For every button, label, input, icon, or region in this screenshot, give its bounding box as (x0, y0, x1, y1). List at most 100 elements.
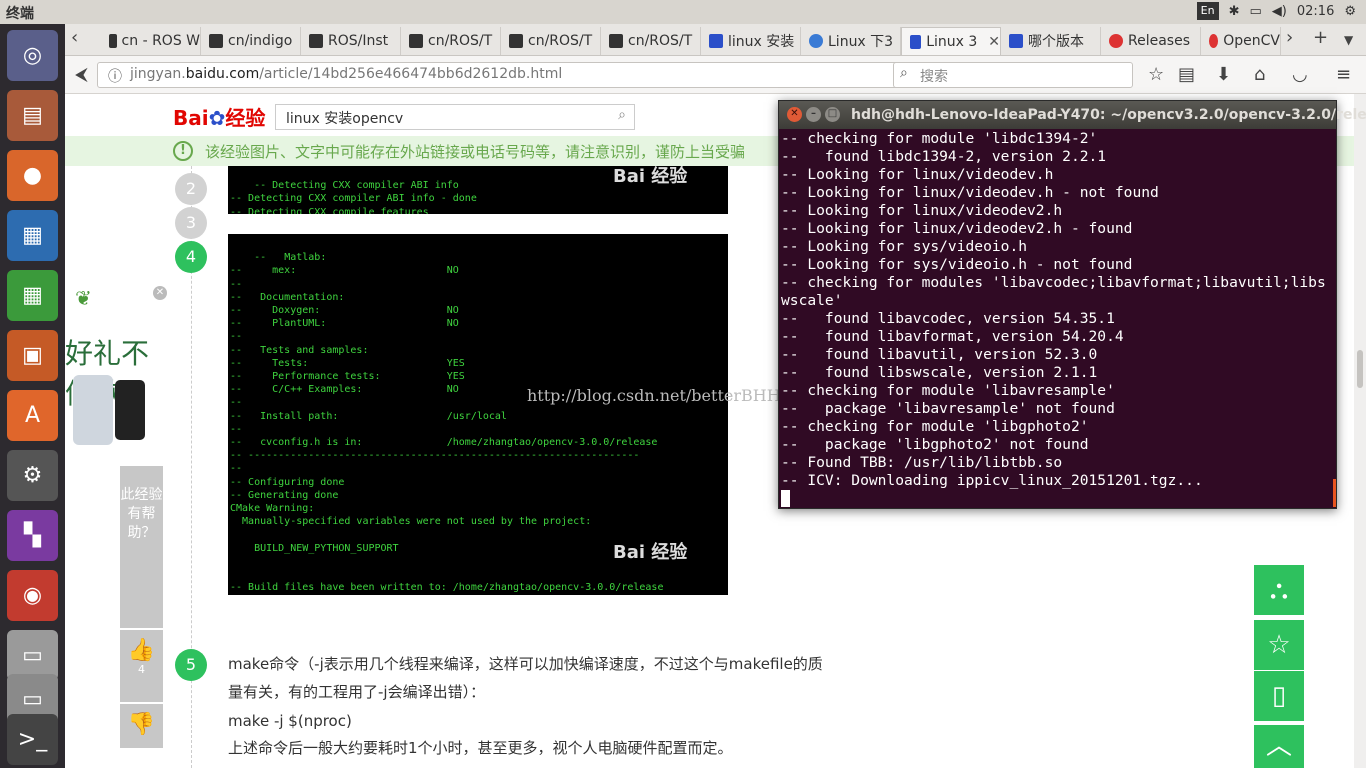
step5-text-line: 上述命令后一般大约要耗时1个小时，甚至更多，视个人电脑硬件配置而定。 (228, 739, 733, 757)
ros-grid-icon (209, 34, 223, 48)
volume-icon[interactable]: ◀) (1272, 4, 1287, 19)
tab-item[interactable]: cn/ROS/T (601, 27, 701, 55)
like-count: 4 (138, 663, 145, 676)
leaf-decoration-icon: ❦ (75, 286, 92, 310)
software-center-icon[interactable]: A (7, 390, 58, 441)
pocket-icon[interactable]: ◡ (1292, 64, 1308, 85)
close-ad-icon[interactable]: ✕ (153, 286, 167, 300)
terminal-window[interactable]: ✕ – □ hdh@hdh-Lenovo-IdeaPad-Y470: ~/ope… (778, 100, 1366, 509)
browser-search-input[interactable]: ⌕ 搜索 (893, 62, 1133, 88)
bluetooth-icon[interactable]: ✱ (1229, 4, 1240, 19)
info-icon[interactable]: ⓘ (108, 66, 122, 86)
ros-grid-icon (409, 34, 423, 48)
url-bar[interactable]: ⓘ jingyan.baidu.com/article/14bd256e4664… (97, 62, 950, 88)
clock[interactable]: 02:16 (1297, 4, 1334, 19)
step-number: 2 (175, 173, 207, 205)
tab-item[interactable]: 哪个版本 (1001, 27, 1101, 55)
step-screenshot-image[interactable]: -- Detecting CXX compiler ABI info -- De… (228, 166, 728, 214)
browser-tab-strip: ‹ cn - ROS W cn/indigo ROS/Inst cn/ROS/T… (65, 24, 1366, 56)
baidu-watermark: Bai 经验 (613, 542, 688, 563)
advertisement[interactable]: ❦ ✕ 好礼不停歇 (65, 280, 169, 465)
tab-item-active[interactable]: Linux 3 ✕ (901, 27, 1001, 55)
step5-text-line: make命令（-j表示用几个线程来编译，这样可以加快编译速度，不过这个与make… (228, 655, 823, 673)
blog-icon (809, 34, 823, 48)
ros-grid-icon (609, 34, 623, 48)
terminal-title-bar[interactable]: ✕ – □ hdh@hdh-Lenovo-IdeaPad-Y470: ~/ope… (779, 101, 1366, 129)
system-tray: En ✱ ▭ ◀) 02:16 ⚙ (1196, 2, 1356, 20)
search-icon[interactable]: ⌕ (618, 107, 626, 123)
reading-list-icon[interactable]: ▤ (1178, 64, 1195, 85)
bookmark-button[interactable]: ▯ (1254, 671, 1304, 721)
tab-scroll-left-icon[interactable]: ‹ (71, 27, 78, 48)
ros-grid-icon (309, 34, 323, 48)
navigation-toolbar: ⮜ ⓘ jingyan.baidu.com/article/14bd256e46… (65, 56, 1366, 94)
tab-list-chevron-down-icon[interactable]: ▼ (1344, 33, 1353, 47)
step-screenshot-image[interactable]: -- Matlab: -- mex: NO -- -- Documentatio… (228, 234, 728, 595)
terminal-scroll-indicator[interactable] (1333, 479, 1336, 507)
downloads-icon[interactable]: ⬇ (1216, 64, 1231, 85)
terminal-cursor (781, 490, 790, 507)
back-icon[interactable]: ⮜ (75, 64, 88, 85)
baidu-paw-icon: ✿ (208, 106, 226, 130)
baidu-paw-icon (1009, 34, 1023, 48)
minimize-window-icon[interactable]: – (806, 107, 821, 122)
tab-item[interactable]: Releases (1101, 27, 1201, 55)
tab-item[interactable]: cn/indigo (201, 27, 301, 55)
close-tab-icon[interactable]: ✕ (988, 34, 1000, 50)
pdf-viewer-icon[interactable]: ◉ (7, 570, 58, 621)
phone-image-icon (115, 380, 145, 440)
menu-hamburger-icon[interactable]: ≡ (1336, 64, 1351, 85)
tab-item[interactable]: Linux 下3 (801, 27, 901, 55)
workspaces-icon[interactable]: ▚ (7, 510, 58, 561)
firefox-icon[interactable]: ● (7, 150, 58, 201)
active-app-title: 终端 (6, 6, 34, 22)
bookmark-icon: ▯ (1271, 681, 1287, 711)
back-to-top-button[interactable]: ︿ (1254, 725, 1304, 768)
dislike-button[interactable]: 👎 (120, 704, 163, 748)
terminal-title: hdh@hdh-Lenovo-IdeaPad-Y470: ~/opencv3.2… (851, 107, 1366, 123)
input-method-indicator[interactable]: En (1196, 2, 1219, 20)
baidu-jingyan-logo[interactable]: Bai✿经验 (173, 102, 265, 131)
files-app-icon[interactable]: ▤ (7, 90, 58, 141)
search-icon: ⌕ (900, 65, 908, 81)
tab-scroll-right-icon[interactable]: › (1286, 27, 1293, 48)
share-button[interactable]: ⛬ (1254, 565, 1304, 615)
ros-grid-icon (109, 34, 117, 48)
tab-item[interactable]: cn/ROS/T (501, 27, 601, 55)
bookmark-star-icon[interactable]: ☆ (1148, 64, 1164, 85)
new-tab-icon[interactable]: + (1313, 27, 1328, 48)
impress-icon[interactable]: ▣ (7, 330, 58, 381)
writer-icon[interactable]: ▦ (7, 210, 58, 261)
baidu-watermark: Bai 经验 (613, 166, 688, 187)
step-number: 3 (175, 207, 207, 239)
exclamation-icon: ! (173, 141, 193, 161)
page-scrollbar[interactable] (1354, 94, 1366, 768)
tab-item[interactable]: cn/ROS/T (401, 27, 501, 55)
close-window-icon[interactable]: ✕ (787, 107, 802, 122)
terminal-output[interactable]: -- checking for module 'libdc1394-2' -- f… (779, 129, 1336, 508)
calc-icon[interactable]: ▦ (7, 270, 58, 321)
tab-item[interactable]: linux 安装 (701, 27, 801, 55)
maximize-window-icon[interactable]: □ (825, 107, 840, 122)
home-icon[interactable]: ⌂ (1254, 64, 1265, 85)
share-icon: ⛬ (1269, 575, 1289, 605)
step5-command: make -j $(nproc) (228, 712, 352, 730)
terminal-icon[interactable]: >_ (7, 714, 58, 765)
tab-item[interactable]: ROS/Inst (301, 27, 401, 55)
battery-icon[interactable]: ▭ (1250, 4, 1262, 19)
helpful-feedback-label: 此经验有帮助？ (120, 466, 163, 628)
favorite-button[interactable]: ☆ (1254, 620, 1304, 670)
baidu-paw-icon (709, 34, 723, 48)
like-button[interactable]: 👍 4 (120, 630, 163, 702)
site-search-input[interactable]: linux 安装opencv ⌕ (275, 104, 635, 130)
thumbs-up-icon: 👍 (127, 638, 156, 663)
tab-item[interactable]: cn - ROS W (101, 27, 201, 55)
baidu-paw-icon (910, 34, 922, 49)
settings-gear-icon[interactable]: ⚙ (1344, 4, 1356, 19)
csdn-watermark: http://blog.csdn.net/betterBHH_BH (527, 386, 815, 405)
tab-item[interactable]: OpenCV (1201, 27, 1281, 55)
ubuntu-dash-icon[interactable]: ◎ (7, 30, 58, 81)
system-top-bar: 终端 En ✱ ▭ ◀) 02:16 ⚙ (0, 0, 1366, 24)
scrollbar-thumb[interactable] (1357, 350, 1363, 388)
system-settings-icon[interactable]: ⚙ (7, 450, 58, 501)
